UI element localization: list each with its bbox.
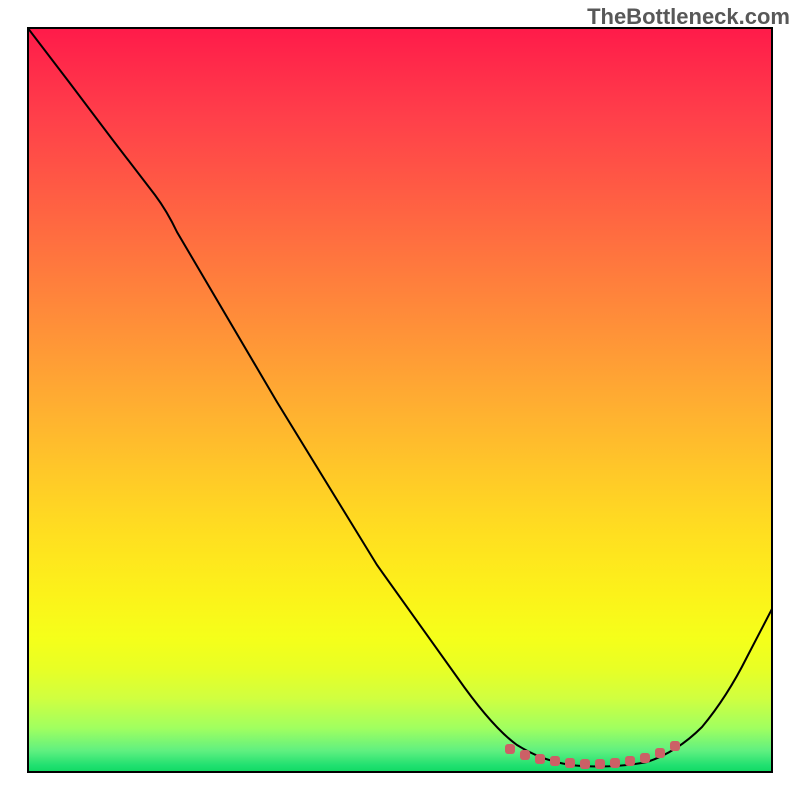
marker-dot (625, 756, 635, 766)
marker-dot (505, 744, 515, 754)
chart-svg (27, 27, 773, 773)
plot-area (27, 27, 773, 773)
marker-dot (520, 750, 530, 760)
marker-dot (550, 756, 560, 766)
marker-dot (610, 758, 620, 768)
bottleneck-curve-line (27, 27, 773, 767)
marker-dot (580, 759, 590, 769)
marker-dot (655, 748, 665, 758)
marker-dot (670, 741, 680, 751)
marker-dot (640, 753, 650, 763)
marker-dot (595, 759, 605, 769)
marker-dot (535, 754, 545, 764)
watermark-text: TheBottleneck.com (587, 4, 790, 30)
optimal-range-markers (505, 741, 680, 769)
chart-container: TheBottleneck.com (0, 0, 800, 800)
marker-dot (565, 758, 575, 768)
